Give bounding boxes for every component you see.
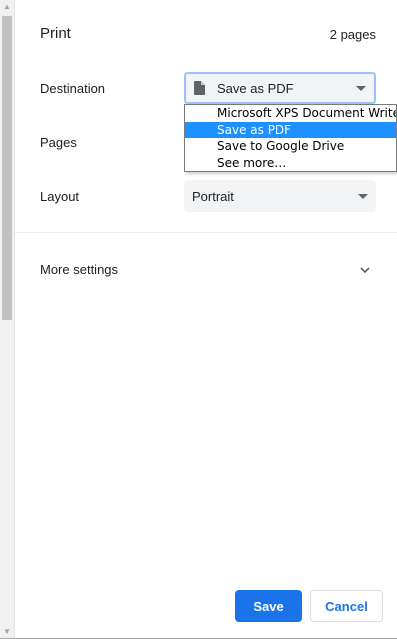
dialog-title: Print: [40, 25, 71, 42]
layout-select[interactable]: Portrait: [184, 180, 376, 212]
page-count: 2 pages: [329, 27, 376, 42]
section-divider: [15, 232, 397, 233]
destination-value: Save as PDF: [217, 80, 294, 96]
cancel-button[interactable]: Cancel: [310, 590, 383, 622]
dropdown-arrow-icon: [358, 193, 368, 199]
scrollbar-thumb[interactable]: [2, 16, 12, 320]
layout-label: Layout: [40, 189, 80, 204]
destination-label: Destination: [40, 81, 106, 96]
option-see-more[interactable]: See more…: [185, 155, 396, 172]
more-settings-label: More settings: [40, 262, 119, 277]
option-microsoft-xps[interactable]: Microsoft XPS Document Writer: [185, 105, 396, 122]
option-save-to-google-drive[interactable]: Save to Google Drive: [185, 138, 396, 155]
scroll-up-arrow-icon[interactable]: ▲: [0, 0, 14, 14]
pages-label: Pages: [40, 135, 77, 150]
destination-select[interactable]: Save as PDF: [184, 72, 376, 104]
option-save-as-pdf[interactable]: Save as PDF: [185, 121, 396, 138]
dropdown-arrow-icon: [356, 85, 366, 91]
more-settings-toggle[interactable]: More settings: [15, 250, 397, 290]
layout-value: Portrait: [192, 188, 234, 204]
chevron-down-icon: [360, 262, 370, 274]
scroll-down-arrow-icon[interactable]: ▼: [0, 625, 14, 639]
destination-dropdown-list[interactable]: Microsoft XPS Document Writer Save as PD…: [184, 104, 397, 172]
document-icon: [194, 81, 205, 95]
save-button[interactable]: Save: [235, 590, 302, 622]
vertical-scrollbar[interactable]: ▲ ▼: [0, 0, 15, 639]
